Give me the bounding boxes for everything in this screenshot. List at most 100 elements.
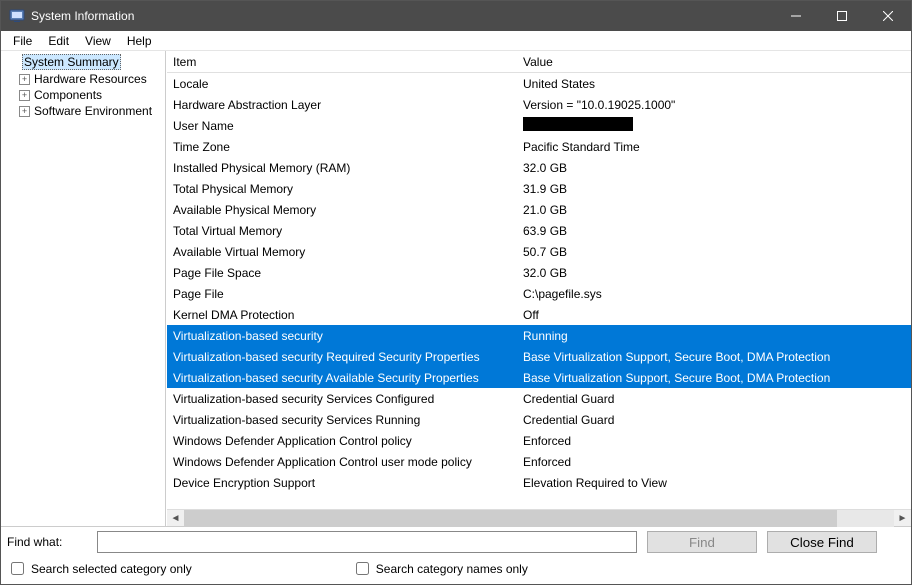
expand-icon[interactable]: + <box>19 106 30 117</box>
cb-search-names-box[interactable] <box>356 562 369 575</box>
system-information-window: System Information File Edit View Help S… <box>0 0 912 585</box>
table-row[interactable]: Virtualization-based security Available … <box>167 367 911 388</box>
cell-item: Hardware Abstraction Layer <box>167 97 517 113</box>
col-value[interactable]: Value <box>517 53 911 71</box>
tree-components[interactable]: +Components <box>1 87 165 103</box>
table-row[interactable]: Virtualization-based securityRunning <box>167 325 911 346</box>
cell-value: United States <box>517 76 911 92</box>
maximize-button[interactable] <box>819 1 865 31</box>
close-button[interactable] <box>865 1 911 31</box>
horizontal-scrollbar[interactable]: ◄ ► <box>167 509 911 526</box>
table-row[interactable]: Total Physical Memory31.9 GB <box>167 178 911 199</box>
scroll-track[interactable] <box>184 510 894 527</box>
find-label: Find what: <box>7 535 87 549</box>
cell-value: 21.0 GB <box>517 202 911 218</box>
table-row[interactable]: Available Virtual Memory50.7 GB <box>167 241 911 262</box>
window-title: System Information <box>31 9 773 23</box>
col-item[interactable]: Item <box>167 53 517 71</box>
menu-help[interactable]: Help <box>119 32 160 50</box>
cell-item: Windows Defender Application Control use… <box>167 454 517 470</box>
cell-value: Credential Guard <box>517 391 911 407</box>
expand-icon[interactable]: + <box>19 74 30 85</box>
cell-item: User Name <box>167 118 517 134</box>
cell-item: Locale <box>167 76 517 92</box>
table-row[interactable]: Available Physical Memory21.0 GB <box>167 199 911 220</box>
cell-value: Base Virtualization Support, Secure Boot… <box>517 349 911 365</box>
menu-file[interactable]: File <box>5 32 40 50</box>
table-row[interactable]: Windows Defender Application Control pol… <box>167 430 911 451</box>
cb-search-selected-box[interactable] <box>11 562 24 575</box>
table-row[interactable]: Total Virtual Memory63.9 GB <box>167 220 911 241</box>
cell-value: Running <box>517 328 911 344</box>
cell-item: Windows Defender Application Control pol… <box>167 433 517 449</box>
table-row[interactable]: Time ZonePacific Standard Time <box>167 136 911 157</box>
scroll-right-icon[interactable]: ► <box>894 510 911 527</box>
details-list[interactable]: LocaleUnited StatesHardware Abstraction … <box>167 73 911 509</box>
table-row[interactable]: Virtualization-based security Required S… <box>167 346 911 367</box>
minimize-button[interactable] <box>773 1 819 31</box>
cell-value: 63.9 GB <box>517 223 911 239</box>
content-area: System Summary +Hardware Resources +Comp… <box>1 51 911 526</box>
details-pane: Item Value LocaleUnited StatesHardware A… <box>166 51 911 526</box>
menubar: File Edit View Help <box>1 31 911 51</box>
cell-item: Page File Space <box>167 265 517 281</box>
category-tree[interactable]: System Summary +Hardware Resources +Comp… <box>1 51 166 526</box>
cell-value: Credential Guard <box>517 412 911 428</box>
table-row[interactable]: User Name <box>167 115 911 136</box>
tree-software-environment[interactable]: +Software Environment <box>1 103 165 119</box>
cb-search-names[interactable]: Search category names only <box>352 559 528 578</box>
find-button[interactable]: Find <box>647 531 757 553</box>
table-row[interactable]: Page FileC:\pagefile.sys <box>167 283 911 304</box>
cell-item: Device Encryption Support <box>167 475 517 491</box>
table-row[interactable]: Virtualization-based security Services C… <box>167 388 911 409</box>
cell-value: 31.9 GB <box>517 181 911 197</box>
cell-value: Elevation Required to View <box>517 475 911 491</box>
table-row[interactable]: Hardware Abstraction LayerVersion = "10.… <box>167 94 911 115</box>
cell-value: Off <box>517 307 911 323</box>
cell-item: Installed Physical Memory (RAM) <box>167 160 517 176</box>
expand-icon[interactable]: + <box>19 90 30 101</box>
cell-value: 50.7 GB <box>517 244 911 260</box>
table-row[interactable]: Installed Physical Memory (RAM)32.0 GB <box>167 157 911 178</box>
cell-value: Enforced <box>517 454 911 470</box>
cell-item: Virtualization-based security Available … <box>167 370 517 386</box>
cell-item: Virtualization-based security Required S… <box>167 349 517 365</box>
cell-item: Virtualization-based security <box>167 328 517 344</box>
cell-value <box>517 116 911 135</box>
cell-item: Time Zone <box>167 139 517 155</box>
table-row[interactable]: Page File Space32.0 GB <box>167 262 911 283</box>
find-input[interactable] <box>97 531 637 553</box>
menu-edit[interactable]: Edit <box>40 32 77 50</box>
close-find-button[interactable]: Close Find <box>767 531 877 553</box>
column-headers[interactable]: Item Value <box>167 51 911 73</box>
cell-value: 32.0 GB <box>517 160 911 176</box>
cell-item: Available Physical Memory <box>167 202 517 218</box>
cell-value: Version = "10.0.19025.1000" <box>517 97 911 113</box>
scroll-left-icon[interactable]: ◄ <box>167 510 184 527</box>
tree-hardware-resources[interactable]: +Hardware Resources <box>1 71 165 87</box>
cell-item: Virtualization-based security Services R… <box>167 412 517 428</box>
cell-item: Available Virtual Memory <box>167 244 517 260</box>
find-panel: Find what: Find Close Find Search select… <box>1 526 911 584</box>
cell-item: Virtualization-based security Services C… <box>167 391 517 407</box>
tree-system-summary[interactable]: System Summary <box>1 53 165 71</box>
cell-item: Page File <box>167 286 517 302</box>
cell-item: Kernel DMA Protection <box>167 307 517 323</box>
cell-value: C:\pagefile.sys <box>517 286 911 302</box>
cb-search-selected[interactable]: Search selected category only <box>7 559 192 578</box>
cell-value: Base Virtualization Support, Secure Boot… <box>517 370 911 386</box>
table-row[interactable]: Windows Defender Application Control use… <box>167 451 911 472</box>
titlebar[interactable]: System Information <box>1 1 911 31</box>
cell-value: Pacific Standard Time <box>517 139 911 155</box>
cell-value: Enforced <box>517 433 911 449</box>
table-row[interactable]: Virtualization-based security Services R… <box>167 409 911 430</box>
table-row[interactable]: LocaleUnited States <box>167 73 911 94</box>
cell-item: Total Virtual Memory <box>167 223 517 239</box>
menu-view[interactable]: View <box>77 32 119 50</box>
cell-item: Total Physical Memory <box>167 181 517 197</box>
app-icon <box>9 8 25 24</box>
table-row[interactable]: Device Encryption SupportElevation Requi… <box>167 472 911 493</box>
cell-value: 32.0 GB <box>517 265 911 281</box>
table-row[interactable]: Kernel DMA ProtectionOff <box>167 304 911 325</box>
scroll-thumb[interactable] <box>184 510 837 527</box>
